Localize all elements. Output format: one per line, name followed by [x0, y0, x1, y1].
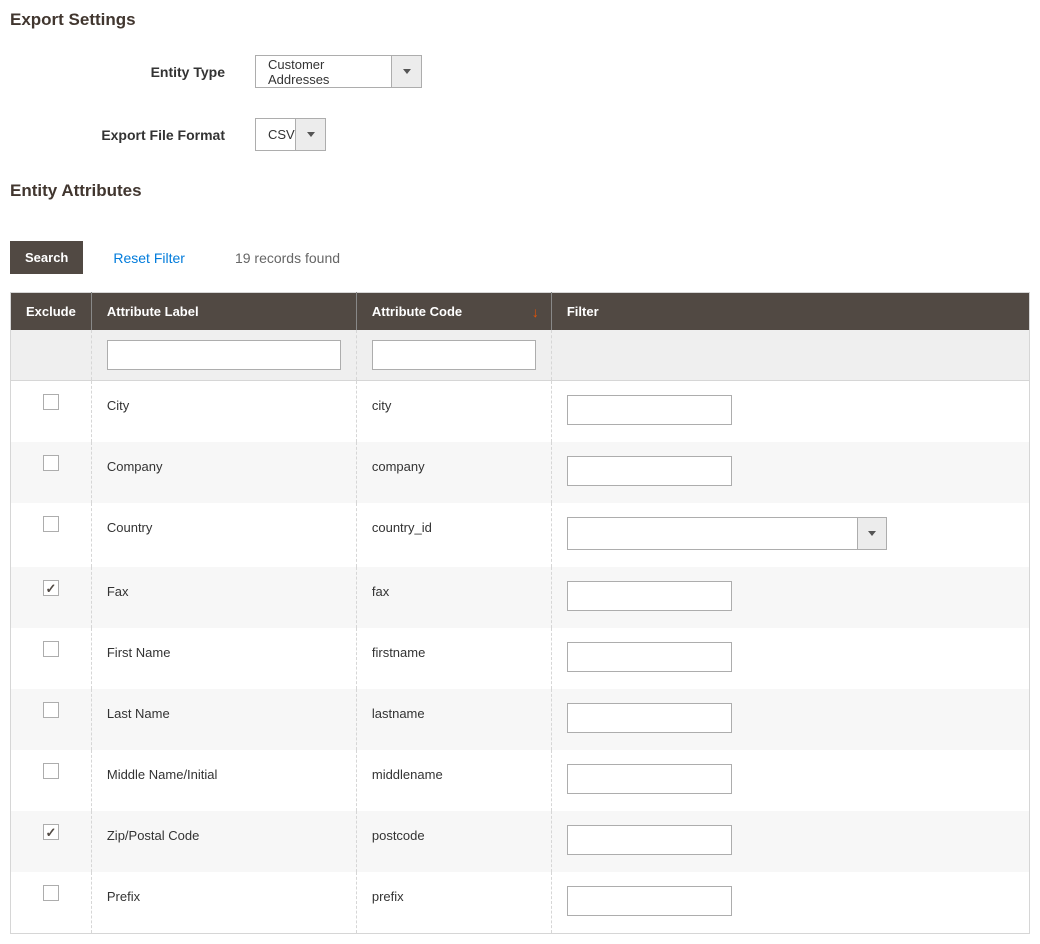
- filter-filter-cell: [551, 330, 1029, 381]
- records-found-text: 19 records found: [235, 250, 340, 266]
- attribute-code-cell: city: [356, 381, 551, 443]
- attribute-label-cell: Fax: [91, 567, 356, 628]
- row-filter-cell: [551, 811, 1029, 872]
- table-row: Companycompany: [11, 442, 1030, 503]
- exclude-checkbox[interactable]: [43, 702, 59, 718]
- file-format-select[interactable]: CSV: [255, 118, 326, 151]
- exclude-checkbox[interactable]: [43, 455, 59, 471]
- row-filter-input[interactable]: [567, 886, 732, 916]
- exclude-checkbox[interactable]: [43, 763, 59, 779]
- file-format-value: CSV: [256, 119, 295, 150]
- file-format-label: Export File Format: [10, 127, 255, 143]
- exclude-checkbox[interactable]: [43, 885, 59, 901]
- row-filter-select-value: [567, 517, 857, 550]
- row-filter-cell: [551, 503, 1029, 567]
- exclude-checkbox[interactable]: [43, 516, 59, 532]
- dropdown-caret-icon: [295, 119, 325, 150]
- filter-label-input[interactable]: [107, 340, 341, 370]
- attribute-label-cell: Country: [91, 503, 356, 567]
- attributes-table: Exclude Attribute Label Attribute Code ↓…: [10, 292, 1030, 934]
- attribute-code-cell: lastname: [356, 689, 551, 750]
- entity-attributes-title: Entity Attributes: [10, 181, 1030, 201]
- table-row: Middle Name/Initialmiddlename: [11, 750, 1030, 811]
- reset-filter-link[interactable]: Reset Filter: [113, 250, 185, 266]
- attribute-label-cell: Zip/Postal Code: [91, 811, 356, 872]
- table-row: First Namefirstname: [11, 628, 1030, 689]
- row-filter-input[interactable]: [567, 456, 732, 486]
- attribute-label-cell: Prefix: [91, 872, 356, 934]
- table-row: Countrycountry_id: [11, 503, 1030, 567]
- row-filter-input[interactable]: [567, 642, 732, 672]
- row-filter-cell: [551, 689, 1029, 750]
- row-filter-cell: [551, 628, 1029, 689]
- attribute-label-cell: Last Name: [91, 689, 356, 750]
- row-filter-input[interactable]: [567, 764, 732, 794]
- row-filter-input[interactable]: [567, 395, 732, 425]
- dropdown-caret-icon: [857, 517, 887, 550]
- column-label-header[interactable]: Attribute Label: [91, 293, 356, 331]
- attribute-label-cell: City: [91, 381, 356, 443]
- row-filter-input[interactable]: [567, 825, 732, 855]
- search-button[interactable]: Search: [10, 241, 83, 274]
- exclude-checkbox[interactable]: [43, 580, 59, 596]
- attribute-label-cell: Company: [91, 442, 356, 503]
- attribute-label-cell: Middle Name/Initial: [91, 750, 356, 811]
- column-exclude-header[interactable]: Exclude: [11, 293, 92, 331]
- attribute-code-cell: middlename: [356, 750, 551, 811]
- table-row: Zip/Postal Codepostcode: [11, 811, 1030, 872]
- entity-type-label: Entity Type: [10, 64, 255, 80]
- entity-type-value: Customer Addresses: [256, 56, 391, 87]
- attribute-code-cell: country_id: [356, 503, 551, 567]
- filter-code-input[interactable]: [372, 340, 536, 370]
- dropdown-caret-icon: [391, 56, 421, 87]
- filter-exclude-cell: [11, 330, 92, 381]
- table-row: Last Namelastname: [11, 689, 1030, 750]
- attribute-label-cell: First Name: [91, 628, 356, 689]
- attribute-code-cell: prefix: [356, 872, 551, 934]
- exclude-checkbox[interactable]: [43, 824, 59, 840]
- attribute-code-cell: company: [356, 442, 551, 503]
- table-row: Citycity: [11, 381, 1030, 443]
- row-filter-select[interactable]: [567, 517, 887, 550]
- row-filter-cell: [551, 442, 1029, 503]
- row-filter-input[interactable]: [567, 581, 732, 611]
- export-settings-title: Export Settings: [10, 10, 1030, 30]
- attribute-code-cell: postcode: [356, 811, 551, 872]
- column-filter-header[interactable]: Filter: [551, 293, 1029, 331]
- exclude-checkbox[interactable]: [43, 394, 59, 410]
- row-filter-input[interactable]: [567, 703, 732, 733]
- table-row: Faxfax: [11, 567, 1030, 628]
- attribute-code-cell: firstname: [356, 628, 551, 689]
- row-filter-cell: [551, 381, 1029, 443]
- table-row: Prefixprefix: [11, 872, 1030, 934]
- exclude-checkbox[interactable]: [43, 641, 59, 657]
- entity-type-select[interactable]: Customer Addresses: [255, 55, 422, 88]
- column-code-header[interactable]: Attribute Code ↓: [356, 293, 551, 331]
- row-filter-cell: [551, 750, 1029, 811]
- sort-ascending-icon: ↓: [532, 304, 539, 320]
- row-filter-cell: [551, 567, 1029, 628]
- column-code-text: Attribute Code: [372, 304, 462, 319]
- attribute-code-cell: fax: [356, 567, 551, 628]
- row-filter-cell: [551, 872, 1029, 934]
